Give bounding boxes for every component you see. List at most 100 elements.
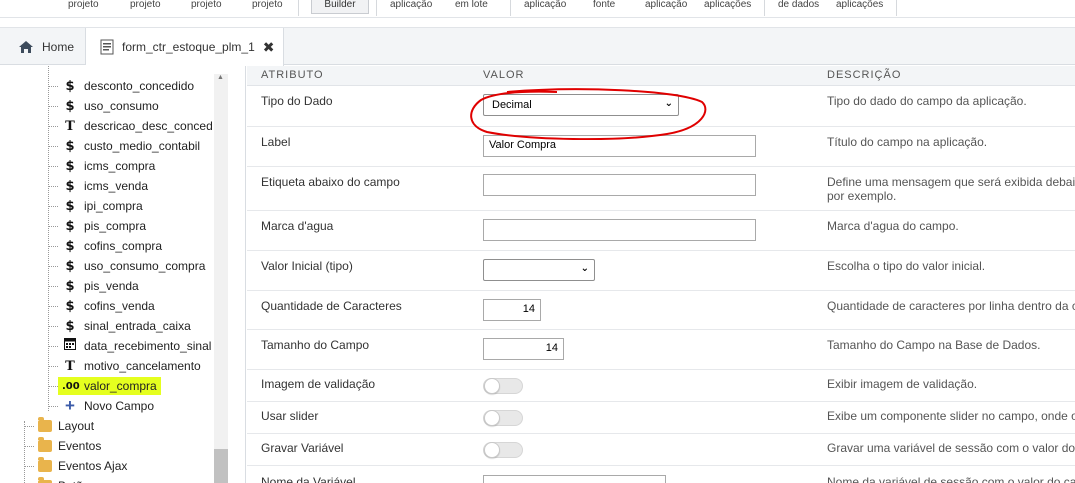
text-field-icon: T xyxy=(65,358,75,374)
tree-field-item-selected[interactable]: .00 valor_compra xyxy=(48,376,161,396)
attr-label: Nome da Variável xyxy=(261,475,356,483)
tab-form[interactable]: form_ctr_estoque_plm_1 ✖ xyxy=(86,28,284,66)
tree-field-label: uso_consumo xyxy=(84,99,159,113)
home-icon xyxy=(18,40,34,54)
tree-field-item[interactable]: $ uso_consumo_compra xyxy=(48,256,206,276)
currency-field-icon: $ xyxy=(65,218,75,234)
tab-home[interactable]: Home xyxy=(6,28,86,65)
attr-label: Gravar Variável xyxy=(261,441,344,455)
close-icon[interactable]: ✖ xyxy=(263,39,275,56)
tree-folder-item[interactable]: Eventos Ajax xyxy=(24,456,128,476)
header-value: VALOR xyxy=(483,69,525,81)
tree-field-item[interactable]: $ icms_compra xyxy=(48,156,155,176)
tree-field-item[interactable]: $ ipi_compra xyxy=(48,196,143,216)
attr-label: Marca d'agua xyxy=(261,219,334,233)
valor-inicial-select[interactable]: ⌄ xyxy=(483,259,595,281)
tree-connector xyxy=(24,466,34,467)
toolbar-item[interactable]: aplicação xyxy=(524,0,566,10)
toolbar-item[interactable]: em lote xyxy=(455,0,488,10)
toolbar-item[interactable]: projeto xyxy=(252,0,283,10)
currency-field-icon: $ xyxy=(65,198,75,214)
row-nome-variavel: Nome da Variável Nome da variável de ses… xyxy=(247,466,1075,483)
toolbar-item[interactable]: de dados xyxy=(778,0,819,10)
tree-field-item[interactable]: $ cofins_compra xyxy=(48,236,162,256)
toolbar-separator xyxy=(764,0,765,16)
etiqueta-input[interactable] xyxy=(483,174,756,196)
toolbar-item[interactable]: projeto xyxy=(68,0,99,10)
tree-scrollbar[interactable]: ▲ xyxy=(214,74,228,483)
toggle-knob xyxy=(484,442,500,458)
currency-field-icon: $ xyxy=(65,158,75,174)
currency-field-icon: $ xyxy=(65,78,75,94)
tree-field-item[interactable]: Tdescricao_desc_conced xyxy=(48,116,213,136)
tree-field-item[interactable]: $ pis_compra xyxy=(48,216,146,236)
imagem-validacao-toggle[interactable] xyxy=(483,378,523,394)
scroll-up-arrow-icon[interactable]: ▲ xyxy=(217,74,224,81)
gravar-variavel-toggle[interactable] xyxy=(483,442,523,458)
toolbar-separator xyxy=(298,0,299,16)
desc-text: Nome da variável de sessão com o valor d… xyxy=(827,475,1075,483)
desc-text: Exibe um componente slider no campo, ond… xyxy=(827,409,1075,423)
tree-folder-item[interactable]: Botões xyxy=(38,476,95,483)
tree-field-item[interactable]: $ sinal_entrada_caixa xyxy=(48,316,191,336)
toolbar-item[interactable]: fonte xyxy=(593,0,615,10)
tree-field-label: data_recebimento_sinal xyxy=(84,339,212,353)
calendar-icon xyxy=(62,338,78,354)
tree-folder-item[interactable]: Eventos xyxy=(24,436,101,456)
decimal-field-icon: .00 xyxy=(62,380,80,392)
tree-connector xyxy=(48,86,58,87)
toolbar-item[interactable]: projeto xyxy=(130,0,161,10)
toolbar-separator xyxy=(376,0,377,16)
tree-guide-line xyxy=(48,66,49,411)
tamanho-input[interactable]: 14 xyxy=(483,338,564,360)
toolbar-item[interactable]: projeto xyxy=(191,0,222,10)
tree-connector xyxy=(48,346,58,347)
tree-field-item[interactable]: $ pis_venda xyxy=(48,276,139,296)
folder-icon xyxy=(38,417,52,432)
row-usar-slider: Usar slider Exibe um componente slider n… xyxy=(247,402,1075,434)
tree-field-label: uso_consumo_compra xyxy=(84,259,206,273)
marca-dagua-input[interactable] xyxy=(483,219,756,241)
tree-connector xyxy=(48,366,58,367)
tree-folder-label: Layout xyxy=(58,419,95,433)
text-field-icon: T xyxy=(65,118,75,134)
desc-text: Quantidade de caracteres por linha dentr… xyxy=(827,299,1075,313)
currency-field-icon: $ xyxy=(65,238,75,254)
scrollbar-thumb[interactable] xyxy=(214,449,228,483)
desc-text: Define uma mensagem que será exibida deb… xyxy=(827,175,1075,189)
selected-highlight: .00 valor_compra xyxy=(58,377,161,395)
tree-connector xyxy=(48,126,58,127)
row-gravar-variavel: Gravar Variável Gravar uma variável de s… xyxy=(247,434,1075,466)
header-attr: ATRIBUTO xyxy=(261,69,324,81)
quantidade-input[interactable]: 14 xyxy=(483,299,541,321)
tree-field-item[interactable]: $ icms_venda xyxy=(48,176,149,196)
tree-field-item[interactable]: $ uso_consumo xyxy=(48,96,159,116)
toolbar-item[interactable]: aplicações xyxy=(836,0,883,10)
builder-button[interactable]: Builder xyxy=(311,0,369,14)
tree-connector xyxy=(48,186,58,187)
toggle-knob xyxy=(484,410,500,426)
folder-icon xyxy=(38,437,52,452)
tree-field-item[interactable]: $ custo_medio_contabil xyxy=(48,136,201,156)
toolbar-separator xyxy=(510,0,511,16)
tree-field-item[interactable]: data_recebimento_sinal xyxy=(48,336,212,356)
tab-form-label: form_ctr_estoque_plm_1 xyxy=(122,40,255,54)
attr-label: Etiqueta abaixo do campo xyxy=(261,175,400,189)
tree-field-item[interactable]: $ desconto_concedido xyxy=(48,76,194,96)
nome-variavel-input[interactable] xyxy=(483,475,666,483)
desc-text: Escolha o tipo do valor inicial. xyxy=(827,259,986,273)
tree-field-label: icms_venda xyxy=(84,179,149,193)
tree-field-item[interactable]: $ cofins_venda xyxy=(48,296,155,316)
tree-folder-item[interactable]: Layout xyxy=(24,416,95,436)
tree-connector xyxy=(48,406,58,407)
new-field-item[interactable]: + Novo Campo xyxy=(48,396,154,416)
tree-field-item[interactable]: Tmotivo_cancelamento xyxy=(48,356,201,376)
tree-folder-label: Eventos Ajax xyxy=(58,459,128,473)
toolbar-item[interactable]: aplicações xyxy=(704,0,751,10)
attr-label: Usar slider xyxy=(261,409,319,423)
usar-slider-toggle[interactable] xyxy=(483,410,523,426)
tree-folder-label: Botões xyxy=(58,479,95,483)
toolbar-item[interactable]: aplicação xyxy=(390,0,432,10)
toolbar-item[interactable]: aplicação xyxy=(645,0,687,10)
tree-field-label: custo_medio_contabil xyxy=(84,139,201,153)
